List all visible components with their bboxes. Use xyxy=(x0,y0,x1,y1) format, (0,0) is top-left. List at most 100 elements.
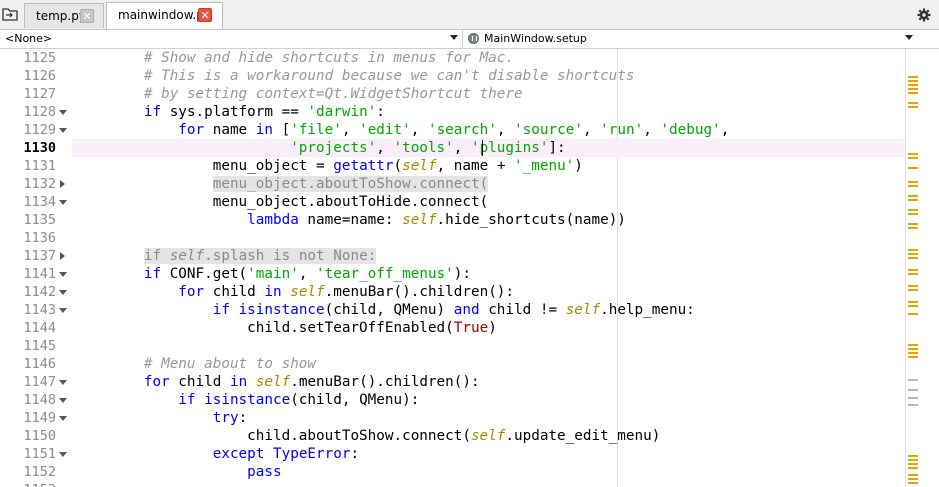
scroll-flag-area[interactable] xyxy=(905,49,939,487)
method-selector-value: MainWindow.setup xyxy=(484,32,587,45)
scroll-flag-marker[interactable] xyxy=(908,356,918,358)
tab-mainwindow-py[interactable]: mainwindow.py ✕ xyxy=(106,2,223,29)
code-line[interactable] xyxy=(72,481,905,487)
fold-expanded-icon[interactable] xyxy=(59,416,67,421)
scroll-flag-marker[interactable] xyxy=(908,348,918,350)
fold-collapsed-icon[interactable] xyxy=(60,252,65,260)
scroll-flag-marker[interactable] xyxy=(908,199,918,201)
scroll-flag-marker[interactable] xyxy=(908,253,918,255)
scroll-flag-marker[interactable] xyxy=(908,80,918,82)
scroll-flag-marker[interactable] xyxy=(908,467,918,469)
code-line[interactable]: try: xyxy=(72,409,905,427)
code-line[interactable]: if isinstance(child, QMenu) and child !=… xyxy=(72,301,905,319)
scroll-flag-marker[interactable] xyxy=(908,301,918,303)
scroll-flag-marker[interactable] xyxy=(908,227,918,229)
scroll-flag-marker[interactable] xyxy=(908,285,918,287)
method-selector-dropdown[interactable]: MainWindow.setup xyxy=(463,30,939,48)
scroll-flag-marker[interactable] xyxy=(908,305,918,307)
scroll-flag-marker[interactable] xyxy=(908,478,918,480)
fold-expanded-icon[interactable] xyxy=(59,272,67,277)
code-line[interactable]: # by setting context=Qt.WidgetShortcut t… xyxy=(72,85,905,103)
scroll-flag-marker[interactable] xyxy=(908,223,918,225)
scroll-flag-marker[interactable] xyxy=(908,157,918,159)
fold-expanded-icon[interactable] xyxy=(59,398,67,403)
class-selector-dropdown[interactable]: <None> xyxy=(0,30,463,48)
gear-icon[interactable] xyxy=(917,8,931,22)
scroll-flag-marker[interactable] xyxy=(908,455,918,457)
code-line[interactable]: except TypeError: xyxy=(72,445,905,463)
scroll-flag-marker[interactable] xyxy=(908,181,918,183)
open-folder-icon[interactable] xyxy=(2,7,19,22)
code-line[interactable] xyxy=(72,337,905,355)
fold-expanded-icon[interactable] xyxy=(59,290,67,295)
code-text: if isinstance(child, QMenu) and child !=… xyxy=(75,301,695,319)
code-text: if sys.platform == 'darwin': xyxy=(75,103,385,121)
scroll-flag-marker[interactable] xyxy=(908,344,918,346)
code-line[interactable]: menu_object.aboutToHide.connect( xyxy=(72,193,905,211)
code-line[interactable]: child.setTearOffEnabled(True) xyxy=(72,319,905,337)
code-line[interactable]: # Show and hide shortcuts in menus for M… xyxy=(72,49,905,67)
scroll-flag-marker[interactable] xyxy=(908,389,918,391)
code-line[interactable]: pass xyxy=(72,463,905,481)
scroll-flag-marker[interactable] xyxy=(908,313,918,315)
scroll-flag-marker[interactable] xyxy=(908,88,918,90)
code-line[interactable]: # Menu about to show xyxy=(72,355,905,373)
chevron-down-icon xyxy=(905,35,913,40)
scroll-flag-marker[interactable] xyxy=(908,213,918,215)
fold-expanded-icon[interactable] xyxy=(59,110,67,115)
scroll-flag-marker[interactable] xyxy=(908,92,918,94)
fold-expanded-icon[interactable] xyxy=(59,308,67,313)
code-line[interactable]: for name in ['file', 'edit', 'search', '… xyxy=(72,121,905,139)
scroll-flag-marker[interactable] xyxy=(908,153,918,155)
scroll-flag-marker[interactable] xyxy=(908,463,918,465)
code-line[interactable]: if sys.platform == 'darwin': xyxy=(72,103,905,121)
code-line[interactable] xyxy=(72,229,905,247)
scroll-flag-marker[interactable] xyxy=(908,84,918,86)
close-tab-icon[interactable]: ✕ xyxy=(80,9,94,23)
scroll-flag-marker[interactable] xyxy=(908,269,918,271)
tab-temp-py[interactable]: temp.py ✕ xyxy=(24,3,104,28)
fold-expanded-icon[interactable] xyxy=(59,380,67,385)
scroll-flag-marker[interactable] xyxy=(908,106,918,108)
code-line[interactable]: # This is a workaround because we can't … xyxy=(72,67,905,85)
scroll-flag-marker[interactable] xyxy=(908,397,918,399)
scroll-flag-marker[interactable] xyxy=(908,167,918,169)
fold-expanded-icon[interactable] xyxy=(59,200,67,205)
scroll-flag-marker[interactable] xyxy=(908,273,918,275)
close-tab-icon[interactable]: ✕ xyxy=(198,8,212,22)
fold-collapsed-icon[interactable] xyxy=(60,180,65,188)
code-line[interactable]: if CONF.get('main', 'tear_off_menus'): xyxy=(72,265,905,283)
code-area[interactable]: # Show and hide shortcuts in menus for M… xyxy=(72,49,905,487)
scroll-flag-marker[interactable] xyxy=(908,195,918,197)
scroll-flag-marker[interactable] xyxy=(908,404,918,406)
scroll-flag-marker[interactable] xyxy=(908,102,918,104)
code-line[interactable]: for child in self.menuBar().children(): xyxy=(72,373,905,391)
scroll-flag-marker[interactable] xyxy=(908,209,918,211)
current-code-line[interactable]: 'projects', 'tools', 'plugins']: xyxy=(72,139,905,157)
code-line[interactable]: for child in self.menuBar().children(): xyxy=(72,283,905,301)
code-line[interactable]: menu_object.aboutToShow.connect( xyxy=(72,175,905,193)
code-token: 'run' xyxy=(600,122,644,138)
code-line[interactable]: menu_object = getattr(self, name + '_men… xyxy=(72,157,905,175)
code-line[interactable]: lambda name=name: self.hide_shortcuts(na… xyxy=(72,211,905,229)
code-token: 'tools' xyxy=(393,140,454,156)
scroll-flag-marker[interactable] xyxy=(908,379,918,381)
scroll-flag-marker[interactable] xyxy=(908,76,918,78)
scroll-flag-marker[interactable] xyxy=(908,482,918,484)
scroll-flag-marker[interactable] xyxy=(908,257,918,259)
scroll-flag-marker[interactable] xyxy=(908,289,918,291)
fold-expanded-icon[interactable] xyxy=(59,128,67,133)
scroll-flag-marker[interactable] xyxy=(908,185,918,187)
code-editor[interactable]: 1125 1126 1127 1128 1129 1130 1131 1132 1134 1135… xyxy=(0,49,939,487)
scroll-flag-marker[interactable] xyxy=(908,474,918,476)
scroll-flag-marker[interactable] xyxy=(908,249,918,251)
code-line[interactable]: if isinstance(child, QMenu): xyxy=(72,391,905,409)
code-line[interactable]: child.aboutToShow.connect(self.update_ed… xyxy=(72,427,905,445)
scroll-flag-marker[interactable] xyxy=(908,352,918,354)
code-token: for xyxy=(178,284,205,300)
scroll-flag-marker[interactable] xyxy=(908,459,918,461)
fold-expanded-icon[interactable] xyxy=(59,452,67,457)
code-line[interactable]: if self.splash is not None: xyxy=(72,247,905,265)
